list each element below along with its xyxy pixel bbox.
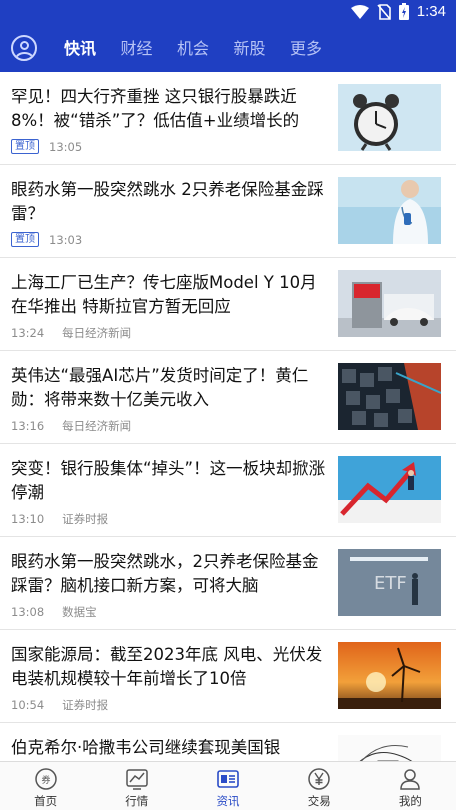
- wind-turbine-image: [338, 642, 441, 709]
- tab-more[interactable]: 更多: [290, 26, 347, 72]
- news-source: 证券时报: [62, 698, 109, 712]
- arrow-chart-image: [338, 456, 441, 523]
- tesla-station-image: [338, 270, 441, 337]
- news-title: 英伟达“最强AI芯片”发货时间定了！黄仁勋：将带来数十亿美元收入: [11, 366, 309, 409]
- news-source: 每日经济新闻: [62, 419, 132, 433]
- svg-text:ETF: ETF: [374, 573, 407, 594]
- news-time: 13:10: [11, 512, 45, 526]
- wifi-icon: [350, 4, 369, 19]
- news-title: 突变！银行股集体“掉头”！这一板块却掀涨停潮: [11, 459, 326, 502]
- status-time: 1:34: [416, 3, 446, 20]
- nav-mine[interactable]: 我的: [365, 762, 456, 810]
- nav-label: 首页: [34, 794, 58, 808]
- bottom-nav: 券 首页 行情 资讯 交易 我的: [0, 761, 456, 810]
- nav-news[interactable]: 资讯: [182, 762, 273, 810]
- news-item[interactable]: 英伟达“最强AI芯片”发货时间定了！黄仁勋：将带来数十亿美元收入 13:16 每…: [0, 351, 456, 444]
- news-meta: 13:10 证券时报: [11, 511, 108, 527]
- news-item[interactable]: 眼药水第一股突然跳水，2只养老保险基金踩雷？脑机接口新方案，可将大脑 13:08…: [0, 537, 456, 630]
- news-meta: 置顶 13:03: [11, 232, 100, 247]
- status-icons: 1:34: [350, 3, 446, 20]
- news-title: 罕见！四大行齐重挫 这只银行股暴跌近8%！被“错杀”了？低估值+业绩增长的: [11, 87, 300, 130]
- news-item[interactable]: 国家能源局：截至2023年底 风电、光伏发电装机规模较十年前增长了10倍 10:…: [0, 630, 456, 723]
- news-time: 13:24: [11, 326, 45, 340]
- pinned-badge: 置顶: [11, 139, 39, 154]
- news-meta: 10:54 证券时报: [11, 697, 108, 713]
- user-circle-icon[interactable]: [11, 35, 37, 61]
- coupon-icon: 券: [34, 768, 57, 790]
- no-sim-icon: [377, 3, 391, 20]
- alarm-clock-image: [338, 84, 441, 151]
- news-item[interactable]: 罕见！四大行齐重挫 这只银行股暴跌近8%！被“错杀”了？低估值+业绩增长的 置顶…: [0, 72, 456, 165]
- news-title: 上海工厂已生产？传七座版Model Y 10月在华推出 特斯拉官方暂无回应: [11, 273, 317, 316]
- news-title: 国家能源局：截至2023年底 风电、光伏发电装机规模较十年前增长了10倍: [11, 645, 323, 688]
- battery-icon: [398, 3, 409, 20]
- etf-image: ETF: [338, 549, 441, 616]
- nav-label: 我的: [398, 794, 422, 808]
- tab-finance[interactable]: 财经: [121, 26, 178, 72]
- nav-home[interactable]: 券 首页: [0, 762, 91, 810]
- news-source: 证券时报: [62, 512, 109, 526]
- news-item[interactable]: 上海工厂已生产？传七座版Model Y 10月在华推出 特斯拉官方暂无回应 13…: [0, 258, 456, 351]
- tab-new-stocks[interactable]: 新股: [234, 26, 291, 72]
- news-time: 10:54: [11, 698, 45, 712]
- news-title: 眼药水第一股突然跳水 2只养老保险基金踩雷？: [11, 180, 324, 223]
- status-bar: 1:34: [0, 0, 456, 26]
- news-item[interactable]: 突变！银行股集体“掉头”！这一板块却掀涨停潮 13:10 证券时报: [0, 444, 456, 537]
- news-meta: 置顶 13:05: [11, 139, 100, 154]
- tab-bar: 快讯 财经 机会 新股 更多: [64, 26, 347, 72]
- news-meta: 13:16 每日经济新闻: [11, 418, 131, 434]
- news-item[interactable]: 伯克希尔·哈撒韦公司继续套现美国银: [0, 723, 456, 761]
- news-list: 罕见！四大行齐重挫 这只银行股暴跌近8%！被“错杀”了？低估值+业绩增长的 置顶…: [0, 72, 456, 761]
- doctor-image: [338, 177, 441, 244]
- chart-icon: [126, 769, 148, 790]
- pinned-badge: 置顶: [11, 232, 39, 247]
- news-time: 13:03: [49, 232, 83, 247]
- person-icon: [400, 769, 421, 790]
- tab-flash-news[interactable]: 快讯: [64, 26, 121, 72]
- nav-market[interactable]: 行情: [91, 762, 182, 810]
- news-meta: 13:08 数据宝: [11, 604, 97, 620]
- news-time: 13:16: [11, 419, 45, 433]
- app-header: 快讯 财经 机会 新股 更多: [0, 26, 456, 72]
- svg-text:券: 券: [41, 774, 50, 786]
- news-title: 眼药水第一股突然跳水，2只养老保险基金踩雷？脑机接口新方案，可将大脑: [11, 552, 319, 595]
- news-time: 13:08: [11, 605, 45, 619]
- chip-image: [338, 363, 441, 430]
- yen-coin-icon: [308, 768, 330, 790]
- news-time: 13:05: [49, 139, 83, 154]
- news-source: 每日经济新闻: [62, 326, 132, 340]
- nav-label: 交易: [307, 794, 331, 808]
- news-icon: [217, 770, 239, 788]
- nav-label: 资讯: [216, 794, 240, 808]
- news-item[interactable]: 眼药水第一股突然跳水 2只养老保险基金踩雷？ 置顶 13:03: [0, 165, 456, 258]
- tab-opportunity[interactable]: 机会: [177, 26, 234, 72]
- nav-trade[interactable]: 交易: [274, 762, 365, 810]
- news-source: 数据宝: [62, 605, 97, 619]
- nav-label: 行情: [125, 794, 149, 808]
- sketch-image: [338, 735, 441, 761]
- news-title: 伯克希尔·哈撒韦公司继续套现美国银: [11, 738, 281, 757]
- news-meta: 13:24 每日经济新闻: [11, 325, 131, 341]
